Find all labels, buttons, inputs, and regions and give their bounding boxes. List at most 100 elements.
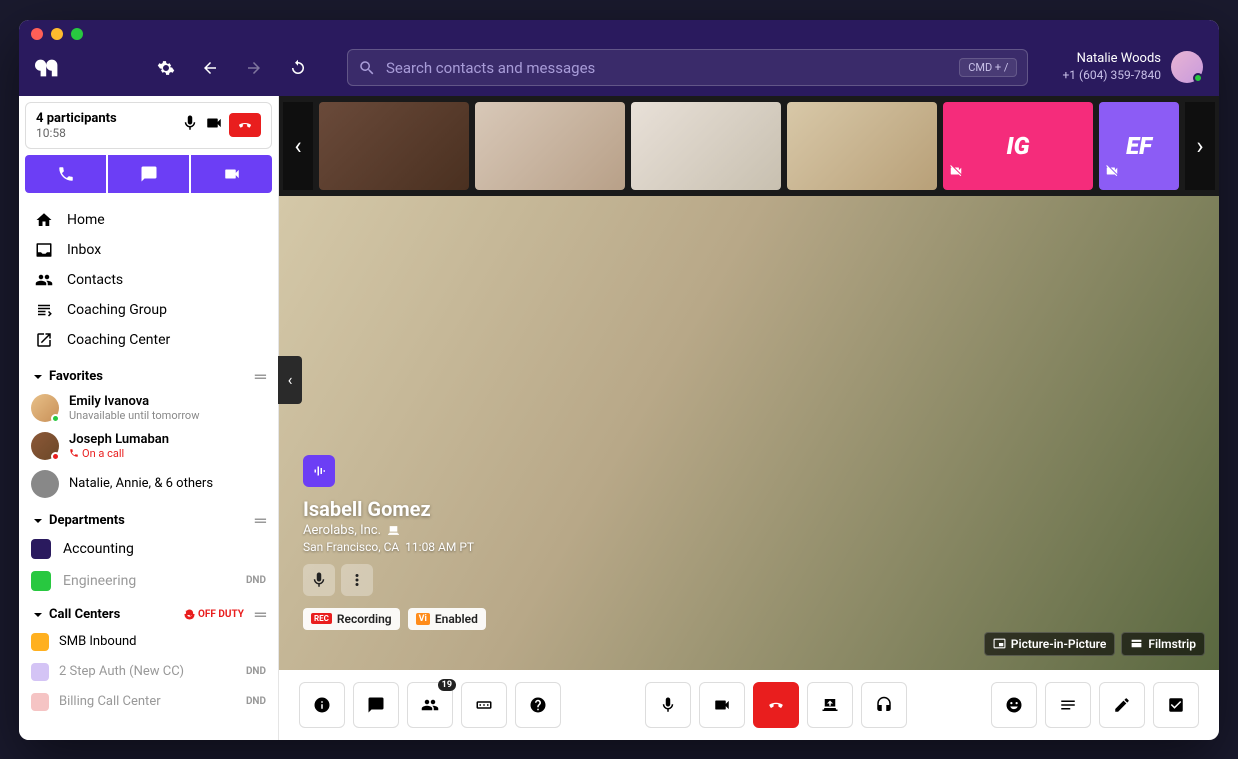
end-call-button[interactable] (753, 682, 799, 728)
info-button[interactable] (299, 682, 345, 728)
filmstrip-button[interactable]: Filmstrip (1121, 632, 1205, 656)
video-content: ‹ IG EF › ‹ Isabell Gomez Aerolabs, Inc.… (279, 96, 1219, 740)
reactions-button[interactable] (991, 682, 1037, 728)
recording-badge: RECRecording (303, 608, 400, 630)
screenshare-button[interactable] (807, 682, 853, 728)
speaker-name: Isabell Gomez (303, 497, 486, 521)
window-close[interactable] (31, 28, 43, 40)
cc-smb[interactable]: SMB Inbound (19, 627, 278, 657)
search-input[interactable] (386, 59, 949, 77)
call-duration: 10:58 (36, 126, 117, 140)
headset-button[interactable] (861, 682, 907, 728)
nav-coaching-group[interactable]: Coaching Group (19, 295, 278, 325)
window-titlebar (19, 20, 1219, 40)
drag-handle-icon[interactable]: == (254, 513, 264, 529)
group-icon (35, 301, 53, 319)
nav-back-icon[interactable] (195, 53, 225, 83)
nav-coaching-center[interactable]: Coaching Center (19, 325, 278, 355)
user-menu[interactable]: Natalie Woods +1 (604) 359-7840 (1062, 51, 1203, 83)
nav-list: Home Inbox Contacts Coaching Group Coach… (19, 201, 278, 359)
cc-color-icon (31, 663, 49, 681)
user-avatar[interactable] (1171, 51, 1203, 83)
search-kbd-hint: CMD + / (959, 58, 1017, 77)
collapse-sidebar-tab[interactable]: ‹ (278, 356, 302, 404)
tasks-button[interactable] (1153, 682, 1199, 728)
quick-actions (25, 155, 272, 193)
camera-off-icon (949, 156, 963, 184)
contacts-icon (35, 271, 53, 289)
nav-forward-icon[interactable] (239, 53, 269, 83)
main-video[interactable]: ‹ Isabell Gomez Aerolabs, Inc. San Franc… (279, 196, 1219, 670)
cc-color-icon (31, 693, 49, 711)
filmstrip-next[interactable]: › (1185, 102, 1215, 190)
filmstrip: ‹ IG EF › (279, 96, 1219, 196)
filmstrip-tile-initials[interactable]: EF (1099, 102, 1179, 190)
departments-header[interactable]: Departments == (19, 503, 278, 533)
filmstrip-tile[interactable] (631, 102, 781, 190)
speaker-mic-button[interactable] (303, 564, 335, 596)
camera-button[interactable] (699, 682, 745, 728)
off-duty-badge: OFF DUTY (184, 609, 244, 620)
user-phone: +1 (604) 359-7840 (1062, 68, 1161, 84)
nav-inbox[interactable]: Inbox (19, 235, 278, 265)
speaker-info: Isabell Gomez Aerolabs, Inc. San Francis… (303, 455, 486, 630)
video-icon[interactable] (205, 114, 223, 136)
app-window: CMD + / Natalie Woods +1 (604) 359-7840 … (19, 20, 1219, 740)
status-indicator (1193, 73, 1203, 83)
pip-button[interactable]: Picture-in-Picture (984, 632, 1116, 656)
filmstrip-tile[interactable] (319, 102, 469, 190)
home-icon (35, 211, 53, 229)
help-button[interactable] (515, 682, 561, 728)
mute-button[interactable] (645, 682, 691, 728)
nav-home[interactable]: Home (19, 205, 278, 235)
filmstrip-tile[interactable] (475, 102, 625, 190)
filmstrip-tile-initials[interactable]: IG (943, 102, 1093, 190)
chat-button[interactable] (353, 682, 399, 728)
favorite-group[interactable]: Natalie, Annie, & 6 others (19, 465, 278, 503)
external-icon (35, 331, 53, 349)
status-dot (51, 452, 60, 461)
favorite-joseph[interactable]: Joseph LumabanOn a call (19, 427, 278, 465)
drag-handle-icon[interactable]: == (254, 369, 264, 385)
cc-billing[interactable]: Billing Call Center DND (19, 687, 278, 717)
video-action[interactable] (191, 155, 272, 193)
dnd-badge: DND (246, 575, 266, 586)
filmstrip-tile[interactable] (787, 102, 937, 190)
filmstrip-prev[interactable]: ‹ (283, 102, 313, 190)
mic-icon[interactable] (181, 114, 199, 136)
dept-engineering[interactable]: Engineering DND (19, 565, 278, 597)
favorites-header[interactable]: Favorites == (19, 359, 278, 389)
drag-handle-icon[interactable]: == (254, 607, 264, 623)
dnd-badge: DND (246, 666, 266, 677)
window-maximize[interactable] (71, 28, 83, 40)
main-area: 4 participants 10:58 Home Inbox (19, 96, 1219, 740)
active-call-card[interactable]: 4 participants 10:58 (25, 102, 272, 149)
callcenters-header[interactable]: Call Centers OFF DUTY == (19, 597, 278, 627)
window-minimize[interactable] (51, 28, 63, 40)
call-participants: 4 participants (36, 111, 117, 126)
call-action[interactable] (25, 155, 106, 193)
sidebar: 4 participants 10:58 Home Inbox (19, 96, 279, 740)
edit-button[interactable] (1099, 682, 1145, 728)
search-bar[interactable]: CMD + / (347, 49, 1028, 86)
camera-off-icon (1105, 156, 1119, 184)
cc-color-icon (31, 633, 49, 651)
dnd-badge: DND (246, 696, 266, 707)
nav-contacts[interactable]: Contacts (19, 265, 278, 295)
inbox-icon (35, 241, 53, 259)
message-action[interactable] (108, 155, 189, 193)
hangup-button[interactable] (229, 113, 261, 137)
dialpad-button[interactable] (461, 682, 507, 728)
notes-button[interactable] (1045, 682, 1091, 728)
speaker-more-button[interactable] (341, 564, 373, 596)
cc-2step[interactable]: 2 Step Auth (New CC) DND (19, 657, 278, 687)
participants-button[interactable]: 19 (407, 682, 453, 728)
user-name: Natalie Woods (1062, 51, 1161, 68)
dept-accounting[interactable]: Accounting (19, 533, 278, 565)
call-controls: 19 (279, 670, 1219, 740)
favorite-emily[interactable]: Emily IvanovaUnavailable until tomorrow (19, 389, 278, 427)
status-dot (51, 414, 60, 423)
app-logo[interactable] (35, 54, 63, 82)
settings-icon[interactable] (151, 53, 181, 83)
refresh-icon[interactable] (283, 53, 313, 83)
